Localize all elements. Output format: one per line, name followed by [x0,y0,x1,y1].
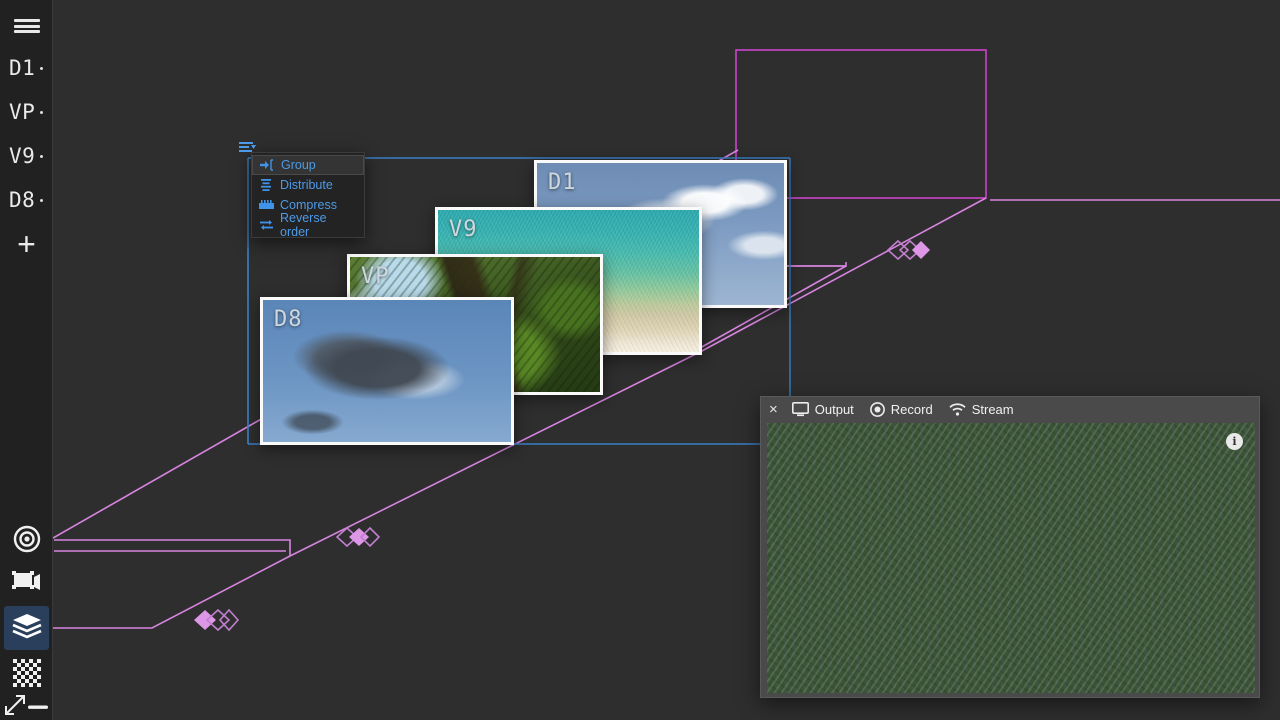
menu-item-label: Reverse order [280,211,327,239]
menu-handle-icon[interactable] [239,141,257,155]
status-dot-icon [40,110,44,114]
context-menu[interactable]: Group Distribute Compress Reverse order [251,152,365,239]
wifi-icon [949,402,966,416]
sidebar-item-d8[interactable]: D8 [0,180,53,220]
output-panel-toolbar: × Output Record Stream [761,397,1259,421]
status-dot-icon [40,198,44,202]
card-label: D8 [274,307,303,332]
menu-item-label: Group [281,158,316,172]
monitor-icon [791,401,809,417]
status-dot-icon [40,66,44,70]
flow-marker-2 [335,526,381,548]
left-sidebar: D1 VP V9 D8 + [0,0,53,720]
info-icon[interactable]: i [1226,433,1243,450]
sidebar-item-v9[interactable]: V9 [0,136,53,176]
menu-item-label: Distribute [280,178,333,192]
tab-label: Stream [971,401,1014,417]
close-icon[interactable]: × [769,402,778,417]
sidebar-item-label: VP [9,100,36,124]
menu-item-group[interactable]: Group [252,155,364,175]
tab-label: Output [814,401,854,417]
tab-record[interactable]: Record [869,401,933,417]
canvas-card-d8[interactable]: D8 [260,297,514,445]
flow-marker-3 [886,239,930,261]
target-icon[interactable] [4,517,49,561]
output-preview[interactable]: i [767,423,1255,693]
record-icon [869,401,885,417]
menu-item-label: Compress [280,198,337,212]
sidebar-item-label: D8 [9,188,36,212]
menu-item-distribute[interactable]: Distribute [252,175,364,195]
sidebar-item-label: D1 [9,56,36,80]
checkerboard-icon[interactable] [4,651,49,695]
card-label: V9 [449,217,478,242]
distribute-icon [257,178,275,192]
sidebar-item-label: V9 [9,144,36,168]
frame-icon[interactable] [4,561,49,605]
sidebar-item-vp[interactable]: VP [0,92,53,132]
sidebar-item-d1[interactable]: D1 [0,48,53,88]
hamburger-icon[interactable] [0,8,53,44]
compress-ruler-icon [257,198,275,212]
sidebar-tool-layers[interactable] [4,606,49,650]
hamburger-bar [13,30,40,33]
preview-image [767,423,1255,693]
minimize-icon[interactable] [24,696,52,718]
app-root: D1 V9 VP D8 Group Distribute Compress Re… [0,0,1280,720]
output-panel[interactable]: × Output Record Stream i [760,396,1260,698]
menu-item-reverse-order[interactable]: Reverse order [252,211,364,239]
group-arrow-icon [258,158,276,172]
tab-stream[interactable]: Stream [949,402,1014,417]
layers-icon [11,613,42,644]
reverse-order-icon [257,218,275,232]
hamburger-bar [13,24,40,28]
card-label: VP [361,264,390,289]
add-layer-button[interactable]: + [0,224,53,264]
tab-label: Record [890,401,933,417]
card-label: D1 [548,170,577,195]
tab-output[interactable]: Output [791,401,854,417]
flow-marker-1 [194,608,240,632]
status-dot-icon [40,154,44,158]
hamburger-bar [13,19,40,22]
